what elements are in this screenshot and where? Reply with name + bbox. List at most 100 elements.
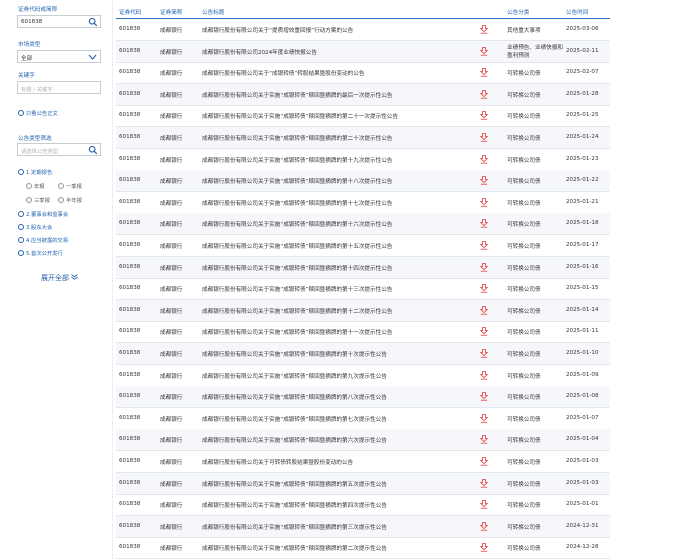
stock-name-cell[interactable]: 成都银行 [160,544,182,552]
market-select[interactable]: 全部 [17,50,101,63]
download-icon[interactable] [480,197,488,207]
announcement-title-link[interactable]: 成都银行股份有限公司关于实施“成银转债”赎回暨摘牌的第二次提示性公告 [202,544,474,552]
stock-name-cell[interactable]: 成都银行 [160,458,182,466]
announcement-title-link[interactable]: 成都银行股份有限公司关于实施“成银转债”赎回暨摘牌的第六次提示性公告 [202,436,474,444]
category-item-periodic[interactable]: 1.定期报告 [18,168,52,176]
download-icon[interactable] [480,370,488,380]
header-date[interactable]: 公告时间 [566,8,588,16]
stock-code-cell[interactable]: 601838 [119,156,140,162]
download-icon[interactable] [480,392,488,401]
download-icon[interactable] [480,133,488,142]
announcement-title-link[interactable]: 成都银行股份有限公司关于实施“成银转债”赎回暨摘牌的第七次提示性公告 [202,415,474,423]
announcement-title-link[interactable]: 成都银行股份有限公司关于实施“成银转债”赎回暨摘牌的第十九次提示性公告 [202,156,474,164]
stock-code-cell[interactable]: 601838 [119,307,140,313]
stock-code-cell[interactable]: 601838 [119,350,140,356]
announcement-title-link[interactable]: 成都银行股份有限公司关于实施“成银转债”赎回暨摘牌的第十五次提示性公告 [202,242,474,250]
announcement-title-link[interactable]: 成都银行股份有限公司关于实施“成银转债”赎回暨摘牌的第四次提示性公告 [202,501,474,509]
download-icon[interactable] [480,25,488,34]
stock-code-cell[interactable]: 601838 [119,112,140,118]
stock-code-cell[interactable]: 601838 [119,26,140,32]
download-icon[interactable] [480,478,488,488]
announcement-title-link[interactable]: 成都银行股份有限公司关于实施“成银转债”赎回暨摘牌的第十二次提示性公告 [202,307,474,315]
header-code[interactable]: 证券代码 [119,8,141,16]
stock-code-cell[interactable]: 601838 [119,69,140,75]
category-item-ipo[interactable]: 5.首次公开发行 [18,249,63,257]
stock-name-cell[interactable]: 成都银行 [160,264,182,272]
code-search-input[interactable]: 601838 [17,15,101,28]
stock-code-cell[interactable]: 601838 [119,220,140,226]
stock-name-cell[interactable]: 成都银行 [160,69,182,77]
download-icon[interactable] [480,262,488,272]
download-icon[interactable] [480,241,488,250]
download-icon[interactable] [480,349,488,358]
announcement-title-link[interactable]: 成都银行股份有限公司关于实施“成银转债”赎回暨摘牌的第十一次提示性公告 [202,328,474,336]
download-icon[interactable] [480,521,488,531]
stock-name-cell[interactable]: 成都银行 [160,242,182,250]
header-type[interactable]: 公告分类 [507,8,529,16]
stock-name-cell[interactable]: 成都银行 [160,415,182,423]
stock-code-cell[interactable]: 601838 [119,328,140,334]
download-icon[interactable] [480,284,488,293]
announcement-title-link[interactable]: 成都银行股份有限公司关于实施“成银转债”赎回暨摘牌的第二十一次提示性公告 [202,112,474,120]
download-icon[interactable] [480,327,488,336]
announcement-title-link[interactable]: 成都银行股份有限公司关于实施“成银转债”赎回暨摘牌的第十三次提示性公告 [202,285,474,293]
stock-code-cell[interactable]: 601838 [119,264,140,270]
search-icon[interactable] [88,17,98,27]
download-icon[interactable] [480,543,488,552]
stock-code-cell[interactable]: 601838 [119,436,140,442]
download-icon[interactable] [480,413,488,423]
stock-name-cell[interactable]: 成都银行 [160,480,182,488]
announcement-title-link[interactable]: 成都银行股份有限公司关于实施“成银转债”赎回暨摘牌的第十八次提示性公告 [202,177,474,185]
expand-all-button[interactable]: 展开全部 [41,273,79,283]
download-icon[interactable] [480,305,488,315]
stock-name-cell[interactable]: 成都银行 [160,501,182,509]
stock-code-cell[interactable]: 601838 [119,415,140,421]
stock-name-cell[interactable]: 成都银行 [160,177,182,185]
sub-option-q3[interactable]: 三季报 [26,196,50,204]
sub-option-half[interactable]: 半年报 [58,196,82,204]
announcement-title-link[interactable]: 成都银行股份有限公司关于实施“成银转债”赎回暨摘牌的第三次提示性公告 [202,523,474,531]
announcement-title-link[interactable]: 成都银行股份有限公司关于实施“成银转债”赎回暨摘牌的第九次提示性公告 [202,372,474,380]
stock-name-cell[interactable]: 成都银行 [160,285,182,293]
download-icon[interactable] [480,154,488,164]
announcement-title-link[interactable]: 成都银行股份有限公司关于“提质增效重回报”行动方案的公告 [202,26,474,34]
stock-name-cell[interactable]: 成都银行 [160,26,182,34]
stock-code-cell[interactable]: 601838 [119,199,140,205]
stock-code-cell[interactable]: 601838 [119,480,140,486]
stock-code-cell[interactable]: 601838 [119,544,140,550]
stock-name-cell[interactable]: 成都银行 [160,112,182,120]
stock-code-cell[interactable]: 601838 [119,501,140,507]
header-title[interactable]: 公告标题 [202,8,224,16]
category-search-input[interactable]: 请选择公告类型 [17,143,101,156]
stock-code-cell[interactable]: 601838 [119,393,140,399]
stock-code-cell[interactable]: 601838 [119,458,140,464]
download-icon[interactable] [480,46,488,56]
keyword-input[interactable]: 标题 / 关键字 [17,81,101,94]
download-icon[interactable] [480,111,488,120]
stock-code-cell[interactable]: 601838 [119,91,140,97]
stock-name-cell[interactable]: 成都银行 [160,156,182,164]
stock-code-cell[interactable]: 601838 [119,523,140,529]
announcement-title-link[interactable]: 成都银行股份有限公司关于实施“成银转债”赎回暨摘牌的第十七次提示性公告 [202,199,474,207]
stock-code-cell[interactable]: 601838 [119,242,140,248]
download-icon[interactable] [480,500,488,509]
stock-code-cell[interactable]: 601838 [119,134,140,140]
sub-option-q1[interactable]: 一季报 [58,182,82,190]
announcement-title-link[interactable]: 成都银行股份有限公司关于实施“成银转债”赎回暨摘牌的第十六次提示性公告 [202,220,474,228]
announcement-title-link[interactable]: 成都银行股份有限公司关于实施“成银转债”赎回暨摘牌的第五次提示性公告 [202,480,474,488]
stock-name-cell[interactable]: 成都银行 [160,393,182,401]
announcement-title-link[interactable]: 成都银行股份有限公司2024年度业绩快报公告 [202,48,474,56]
stock-name-cell[interactable]: 成都银行 [160,328,182,336]
stock-code-cell[interactable]: 601838 [119,372,140,378]
sub-option-annual[interactable]: 年报 [26,182,45,190]
header-name[interactable]: 证券简称 [160,8,182,16]
stock-name-cell[interactable]: 成都银行 [160,134,182,142]
stock-name-cell[interactable]: 成都银行 [160,436,182,444]
announcement-title-link[interactable]: 成都银行股份有限公司关于“成银转债”转股结果暨股份变动的公告 [202,69,474,77]
search-icon[interactable] [88,145,98,155]
stock-name-cell[interactable]: 成都银行 [160,350,182,358]
stock-code-cell[interactable]: 601838 [119,285,140,291]
announcement-title-link[interactable]: 成都银行股份有限公司关于实施“成银转债”赎回暨摘牌的第十次提示性公告 [202,350,474,358]
download-icon[interactable] [480,68,488,77]
download-icon[interactable] [480,435,488,444]
